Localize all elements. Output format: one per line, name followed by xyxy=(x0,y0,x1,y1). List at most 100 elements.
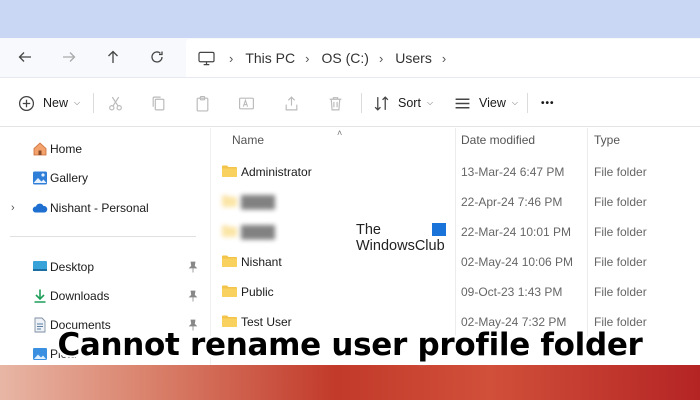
arrow-up-icon xyxy=(108,50,118,63)
file-type: File folder xyxy=(594,225,647,239)
column-header-name[interactable]: Name xyxy=(232,133,264,147)
share-icon xyxy=(285,95,298,110)
breadcrumb-label: This PC xyxy=(245,50,296,66)
sidebar-item-label: Gallery xyxy=(50,171,89,185)
file-name-redacted: ████ xyxy=(241,225,276,239)
folder-icon xyxy=(222,285,237,297)
toolbar-divider xyxy=(527,93,528,113)
table-row[interactable]: Nishant 02-May-24 10:06 PM File folder xyxy=(211,246,700,276)
pin-icon[interactable] xyxy=(188,261,198,273)
address-bar[interactable]: › This PC › OS (C:) › Users › xyxy=(186,39,700,77)
file-name: Public xyxy=(241,285,274,299)
new-label: New xyxy=(43,96,69,110)
folder-icon xyxy=(222,255,237,267)
sort-icon xyxy=(374,95,389,111)
chevron-down-icon: ⌵ xyxy=(74,98,81,107)
scissors-icon xyxy=(109,96,122,110)
toolbar-divider xyxy=(361,93,362,113)
breadcrumb-os-c[interactable]: OS (C:) › xyxy=(321,50,395,66)
cut-button[interactable] xyxy=(107,92,124,114)
file-type: File folder xyxy=(594,255,647,269)
back-button[interactable] xyxy=(12,46,38,68)
folder-icon xyxy=(222,315,237,327)
toolbar-divider xyxy=(93,93,94,113)
clipboard-icon xyxy=(196,95,209,112)
address-row: › This PC › OS (C:) › Users › xyxy=(0,38,700,78)
onedrive-icon xyxy=(32,203,48,213)
chevron-down-icon: ⌵ xyxy=(511,98,518,107)
sidebar-item-desktop[interactable]: Desktop xyxy=(0,255,210,279)
watermark-line2: WindowsClub xyxy=(356,238,445,254)
share-button[interactable] xyxy=(283,92,300,114)
rename-icon xyxy=(239,97,254,109)
file-type: File folder xyxy=(594,285,647,299)
sidebar-divider xyxy=(10,236,196,237)
up-button[interactable] xyxy=(100,46,126,68)
pin-icon[interactable] xyxy=(188,290,198,302)
sidebar-item-onedrive[interactable]: › Nishant - Personal xyxy=(0,196,210,220)
copy-button[interactable] xyxy=(150,92,167,114)
chevron-down-icon: ⌵ xyxy=(426,98,434,107)
arrow-left-icon xyxy=(18,52,31,62)
monitor-icon xyxy=(198,51,215,65)
sidebar-item-label: Downloads xyxy=(50,289,110,303)
folder-icon xyxy=(222,165,237,177)
gallery-icon xyxy=(33,171,47,185)
forward-button[interactable] xyxy=(56,46,82,68)
sidebar-item-downloads[interactable]: Downloads xyxy=(0,284,210,308)
table-row[interactable]: ████ 22-Apr-24 7:46 PM File folder xyxy=(211,186,700,216)
breadcrumb-label: Users xyxy=(395,50,432,66)
folder-icon xyxy=(222,195,237,207)
view-list-icon xyxy=(455,98,470,108)
file-date: 02-May-24 10:06 PM xyxy=(461,255,574,269)
copy-icon xyxy=(152,96,165,110)
sort-button[interactable]: Sort ⌵ xyxy=(373,92,433,114)
sort-label: Sort xyxy=(398,96,421,110)
command-bar: New ⌵ Sort ⌵ View ⌵ ••• xyxy=(0,79,700,127)
file-type: File folder xyxy=(594,195,647,209)
trash-icon xyxy=(329,96,342,110)
chevron-right-icon[interactable]: › xyxy=(11,202,15,214)
breadcrumb-this-pc[interactable]: This PC › xyxy=(245,50,321,66)
sidebar-item-label: Home xyxy=(50,142,83,156)
sidebar-item-label: Nishant - Personal xyxy=(50,201,149,215)
file-name: Nishant xyxy=(241,255,282,269)
sort-ascending-icon: ˄ xyxy=(337,128,343,138)
column-header-type[interactable]: Type xyxy=(594,133,620,147)
table-row[interactable]: ████ 22-Mar-24 10:01 PM File folder xyxy=(211,216,700,246)
view-button[interactable]: View ⌵ xyxy=(454,92,518,114)
plus-circle-icon xyxy=(18,95,35,111)
file-date: 22-Mar-24 10:01 PM xyxy=(461,225,572,239)
paste-button[interactable] xyxy=(194,92,211,114)
wallpaper-banner xyxy=(0,365,700,400)
window-titlebar xyxy=(0,0,700,38)
sidebar-item-gallery[interactable]: Gallery xyxy=(0,166,210,190)
rename-button[interactable] xyxy=(238,92,255,114)
refresh-button[interactable] xyxy=(144,46,170,68)
desktop-icon xyxy=(33,261,47,271)
table-row[interactable]: Administrator 13-Mar-24 6:47 PM File fol… xyxy=(211,156,700,186)
column-header-date[interactable]: Date modified xyxy=(461,133,535,147)
view-label: View xyxy=(479,96,506,110)
headline-caption: Cannot rename user profile folder xyxy=(57,327,643,363)
new-button[interactable]: New ⌵ xyxy=(18,92,80,114)
breadcrumb-users[interactable]: Users › xyxy=(395,50,458,66)
folder-icon xyxy=(222,225,237,237)
file-date: 22-Apr-24 7:46 PM xyxy=(461,195,563,209)
refresh-icon xyxy=(151,51,163,63)
more-icon: ••• xyxy=(541,97,555,109)
file-type: File folder xyxy=(594,165,647,179)
home-icon xyxy=(33,142,47,156)
file-date: 13-Mar-24 6:47 PM xyxy=(461,165,565,179)
watermark-square-icon xyxy=(432,223,446,236)
breadcrumb-label: OS (C:) xyxy=(321,50,369,66)
table-row[interactable]: Public 09-Oct-23 1:43 PM File folder xyxy=(211,276,700,306)
file-name-redacted: ████ xyxy=(241,195,276,209)
arrow-right-icon xyxy=(63,52,76,62)
delete-button[interactable] xyxy=(327,92,344,114)
download-icon xyxy=(34,289,46,303)
file-date: 09-Oct-23 1:43 PM xyxy=(461,285,563,299)
more-options-button[interactable]: ••• xyxy=(541,92,555,114)
sidebar-item-home[interactable]: Home xyxy=(0,137,210,161)
file-name: Administrator xyxy=(241,165,312,179)
